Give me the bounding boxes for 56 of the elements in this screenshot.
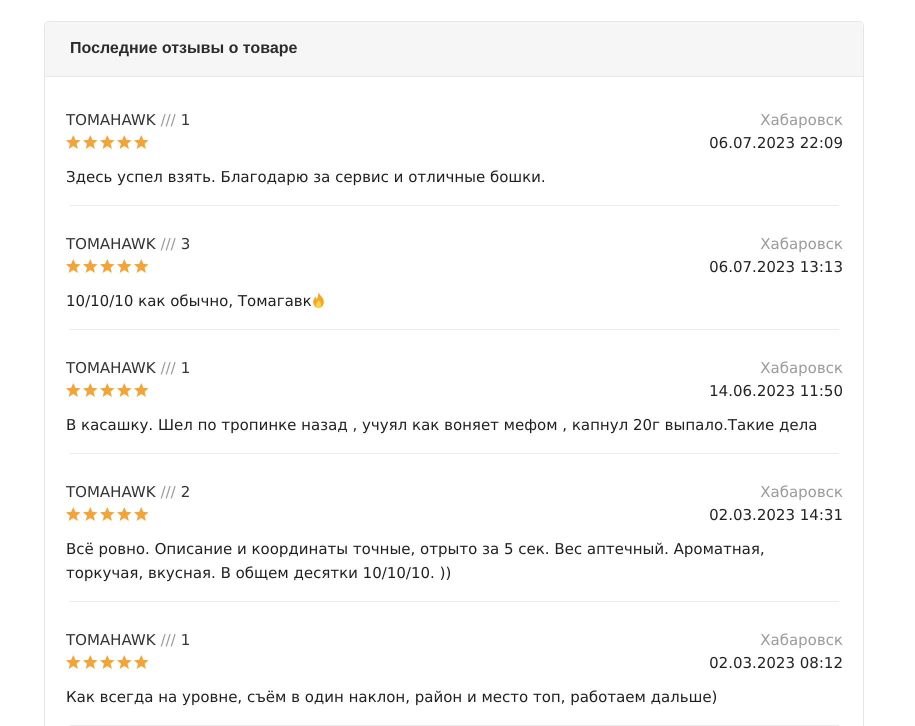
- review-text: В касашку. Шел по тропинке назад , учуял как воняет мефом , капнул 20г выпало.Такие дела: [66, 416, 818, 434]
- review-date: 14.06.2023 11:50: [709, 381, 843, 401]
- star-icon: [83, 259, 98, 273]
- author-name: TOMAHAWK: [66, 110, 156, 130]
- star-icon: [66, 383, 80, 397]
- star-icon: [100, 135, 114, 149]
- star-icon: [134, 507, 148, 521]
- star-icon: [134, 655, 148, 669]
- author-name: TOMAHAWK: [66, 234, 156, 254]
- separator: ///: [160, 110, 176, 130]
- star-icon: [100, 507, 114, 521]
- star-icon: [83, 655, 98, 669]
- star-icon: [83, 135, 98, 149]
- author-name: TOMAHAWK: [66, 482, 156, 502]
- star-icon: [66, 259, 80, 273]
- separator: ///: [160, 358, 176, 378]
- review-date: 06.07.2023 22:09: [709, 133, 843, 153]
- review-text: Всё ровно. Описание и координаты точные, отрыто за 5 сек. Вес аптечный. Ароматная, торкучая, вкусная. В общем десятки 10/10/10. )): [66, 540, 765, 582]
- review-text: Как всегда на уровне, съём в один наклон, район и место топ, работаем дальше): [66, 688, 718, 706]
- city: Хабаровск: [760, 234, 843, 254]
- star-icon: [66, 135, 80, 149]
- star-icon: [117, 655, 132, 669]
- review-count: 2: [180, 482, 190, 502]
- star-icon: [100, 383, 114, 397]
- star-icon: [100, 259, 114, 273]
- review-date: 02.03.2023 08:12: [709, 653, 843, 673]
- review-date: 02.03.2023 14:31: [709, 505, 843, 525]
- panel-title: Последние отзывы о товаре: [70, 40, 298, 58]
- star-icon: [134, 259, 148, 273]
- review-text: 10/10/10 как обычно, Томагавк: [66, 292, 312, 310]
- star-icon: [83, 383, 98, 397]
- city: Хабаровск: [760, 358, 843, 378]
- star-icon: [100, 655, 114, 669]
- star-icon: [83, 507, 98, 521]
- author-name: TOMAHAWK: [66, 630, 156, 650]
- star-icon: [117, 259, 132, 273]
- star-icon: [66, 655, 80, 669]
- city: Хабаровск: [760, 482, 843, 502]
- city: Хабаровск: [760, 110, 843, 130]
- review-text: Здесь успел взять. Благодарю за сервис и отличные бошки.: [66, 168, 546, 186]
- review-count: 1: [180, 630, 190, 650]
- review-date: 06.07.2023 13:13: [709, 257, 843, 277]
- separator: ///: [160, 630, 176, 650]
- separator: ///: [160, 234, 176, 254]
- separator: ///: [160, 482, 176, 502]
- star-icon: [134, 383, 148, 397]
- review-count: 1: [180, 110, 190, 130]
- city: Хабаровск: [760, 630, 843, 650]
- star-icon: [117, 383, 132, 397]
- star-icon: [117, 507, 132, 521]
- star-icon: [66, 507, 80, 521]
- review-count: 1: [180, 358, 190, 378]
- star-icon: [117, 135, 132, 149]
- author-name: TOMAHAWK: [66, 358, 156, 378]
- star-icon: [134, 135, 148, 149]
- review-count: 3: [180, 234, 190, 254]
